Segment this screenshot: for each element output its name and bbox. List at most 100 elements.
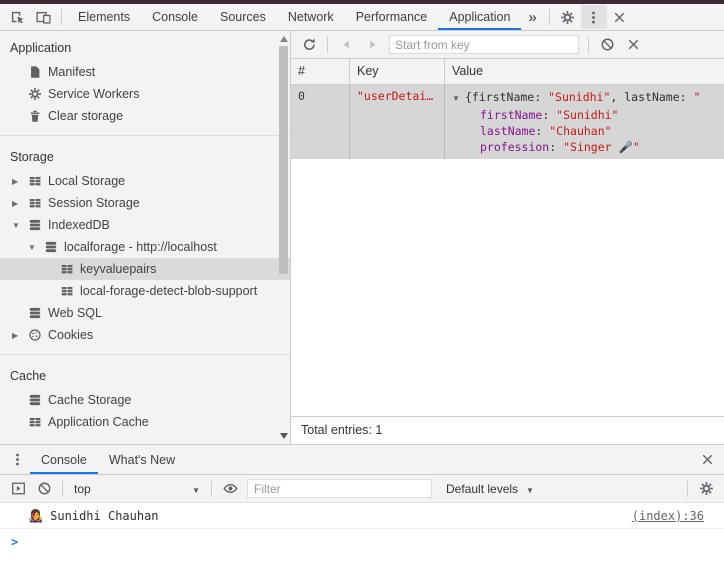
sidebar-item-manifest[interactable]: Manifest — [0, 61, 290, 83]
property-name: lastName — [480, 124, 549, 138]
disclosure-triangle-icon[interactable] — [12, 221, 28, 230]
object-property-row[interactable]: lastName"Chauhan" — [452, 123, 724, 139]
previous-page-button[interactable] — [333, 33, 359, 57]
application-sidebar: Application Manifest Service Workers Cle… — [0, 31, 291, 444]
database-icon — [44, 240, 58, 254]
clear-object-store-button[interactable] — [594, 33, 620, 57]
table-icon — [60, 262, 74, 276]
javascript-context-select[interactable]: top — [68, 482, 206, 496]
sidebar-item-cache-storage[interactable]: Cache Storage — [0, 389, 290, 411]
console-log-row[interactable]: 👩‍🎤 Sunidhi Chauhan (index):36 — [0, 503, 724, 529]
sidebar-item-local-storage[interactable]: Local Storage — [0, 170, 290, 192]
start-from-key-input[interactable] — [389, 35, 579, 54]
sidebar-item-indexeddb[interactable]: IndexedDB — [0, 214, 290, 236]
console-input-area[interactable] — [0, 529, 724, 578]
devtools-window: Elements Console Sources Network Perform… — [0, 0, 724, 578]
toolbar-divider — [588, 36, 589, 53]
toolbar-divider — [548, 9, 550, 25]
sidebar-item-application-cache[interactable]: Application Cache — [0, 411, 290, 433]
row-index-cell: 0 — [291, 85, 350, 159]
trash-icon — [28, 109, 42, 123]
sidebar-item-keyvaluepairs[interactable]: keyvaluepairs — [0, 258, 290, 280]
row-key-cell: "userDetai… — [350, 85, 445, 159]
more-tabs-icon[interactable] — [521, 9, 543, 26]
object-disclosure-triangle-icon[interactable] — [452, 91, 465, 107]
object-property-row[interactable]: firstName"Sunidhi" — [452, 107, 724, 123]
database-icon — [28, 218, 42, 232]
sidebar-item-label: Application Cache — [48, 415, 149, 429]
close-icon — [700, 452, 715, 467]
arrow-right-icon — [366, 38, 379, 51]
sidebar-item-web-sql[interactable]: Web SQL — [0, 302, 290, 324]
close-devtools-button[interactable] — [607, 5, 633, 29]
tab-performance[interactable]: Performance — [345, 4, 439, 30]
tab-network[interactable]: Network — [277, 4, 345, 30]
next-page-button[interactable] — [359, 33, 385, 57]
object-property-row[interactable]: profession"Singer 🎤" — [452, 139, 724, 155]
column-header-key[interactable]: Key — [350, 59, 445, 84]
tab-sources[interactable]: Sources — [209, 4, 277, 30]
property-name: profession — [480, 140, 563, 154]
sidebar-divider — [0, 135, 290, 136]
console-sidebar-toggle-button[interactable] — [5, 477, 31, 501]
sidebar-item-cookies[interactable]: Cookies — [0, 324, 290, 346]
scrollbar-up-arrow[interactable] — [280, 36, 288, 42]
sidebar-section-application: Application — [10, 41, 72, 55]
database-icon — [28, 306, 42, 320]
scrollbar-down-arrow[interactable] — [280, 433, 288, 439]
block-icon — [600, 37, 615, 52]
toolbar-divider — [327, 36, 328, 53]
eye-icon — [223, 481, 238, 496]
drawer-tab-whats-new[interactable]: What's New — [98, 445, 186, 474]
live-expression-button[interactable] — [217, 477, 243, 501]
row-value-cell: {firstName: "Sunidhi", lastName: " first… — [445, 85, 724, 159]
disclosure-triangle-icon[interactable] — [28, 243, 44, 252]
preview-text: {firstName: — [465, 90, 549, 104]
property-name: firstName — [480, 108, 556, 122]
disclosure-triangle-icon[interactable] — [12, 177, 28, 186]
sidebar-item-service-workers[interactable]: Service Workers — [0, 83, 290, 105]
log-levels-select[interactable]: Default levels — [440, 482, 540, 496]
column-header-index[interactable]: # — [291, 59, 350, 84]
clear-console-button[interactable] — [31, 477, 57, 501]
drawer-tab-bar: Console What's New — [0, 445, 724, 475]
disclosure-triangle-icon[interactable] — [12, 199, 28, 208]
property-value: "Singer 🎤" — [563, 140, 640, 154]
cookie-icon — [28, 328, 42, 342]
column-header-value[interactable]: Value — [445, 59, 724, 84]
sidebar-item-localforage-db[interactable]: localforage - http://localhost — [0, 236, 290, 258]
datagrid-header: # Key Value — [291, 59, 724, 85]
devtools-menu-button[interactable] — [580, 5, 607, 29]
inspect-element-button[interactable] — [4, 5, 30, 29]
scrollbar-thumb[interactable] — [279, 46, 288, 274]
tab-console[interactable]: Console — [141, 4, 209, 30]
sidebar-scrollbar[interactable] — [277, 31, 290, 444]
datagrid-row-selected[interactable]: 0 "userDetai… {firstName: "Sunidhi", las… — [291, 85, 724, 159]
sidebar-item-blob-support[interactable]: local-forage-detect-blob-support — [0, 280, 290, 302]
close-icon — [626, 37, 641, 52]
datagrid-empty-area — [291, 159, 724, 416]
console-filter-input[interactable] — [247, 479, 432, 498]
close-drawer-button[interactable] — [694, 448, 720, 472]
device-toolbar-button[interactable] — [30, 5, 56, 29]
toolbar-divider — [62, 480, 63, 497]
settings-button[interactable] — [555, 5, 581, 29]
inspect-cursor-icon — [10, 10, 25, 25]
disclosure-triangle-icon[interactable] — [12, 331, 28, 340]
sidebar-item-clear-storage[interactable]: Clear storage — [0, 105, 290, 127]
tab-elements[interactable]: Elements — [67, 4, 141, 30]
delete-selected-button[interactable] — [620, 33, 646, 57]
sidebar-item-label: keyvaluepairs — [80, 262, 157, 276]
tab-application[interactable]: Application — [438, 4, 522, 30]
caret-down-icon — [192, 482, 200, 496]
console-source-link[interactable]: (index):36 — [632, 509, 704, 523]
console-settings-button[interactable] — [693, 477, 719, 501]
sidebar-item-session-storage[interactable]: Session Storage — [0, 192, 290, 214]
refresh-button[interactable] — [296, 33, 322, 57]
indexeddb-data-panel: # Key Value 0 "userDetai… {firstName: "S… — [291, 31, 724, 444]
drawer-tab-console[interactable]: Console — [30, 445, 98, 474]
total-entries-status: Total entries: 1 — [291, 416, 724, 444]
drawer-menu-button[interactable] — [4, 448, 30, 472]
caret-down-icon — [526, 482, 534, 496]
preview-string: " — [693, 90, 701, 104]
